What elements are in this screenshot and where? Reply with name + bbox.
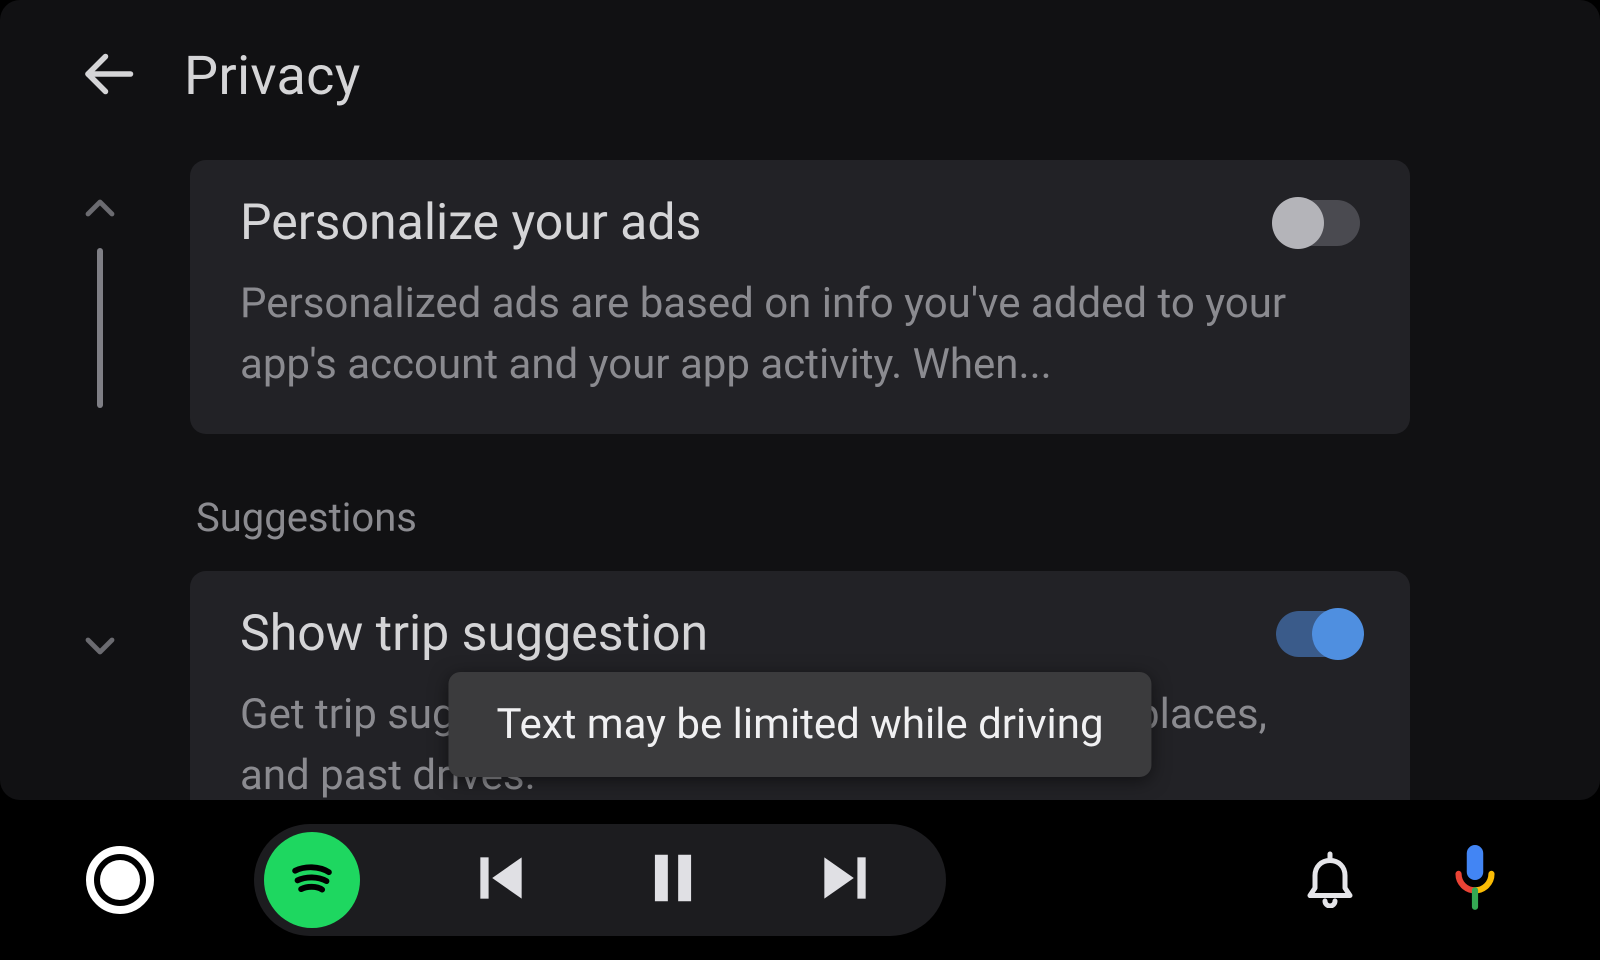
toggle-knob [1312, 608, 1364, 660]
toggle-trip-suggestion[interactable] [1276, 611, 1360, 657]
navigation-bar [0, 800, 1600, 960]
media-source-button[interactable] [264, 832, 360, 928]
chevron-down-icon [76, 622, 124, 674]
setting-title: Show trip suggestion [240, 605, 708, 663]
screen-root: Privacy Personalize your ads [0, 0, 1600, 960]
back-button[interactable] [72, 40, 144, 112]
nav-assistant-button[interactable] [0, 846, 240, 914]
assistant-icon [86, 846, 154, 914]
notifications-button[interactable] [1300, 848, 1360, 912]
nav-right-cluster [1300, 843, 1600, 917]
spotify-icon [283, 849, 341, 911]
media-playpause-button[interactable] [642, 847, 704, 913]
media-previous-button[interactable] [470, 847, 532, 913]
page-title: Privacy [184, 45, 361, 108]
voice-mic-button[interactable] [1450, 843, 1500, 917]
scroll-track[interactable] [97, 248, 103, 408]
scroll-up-button[interactable] [70, 180, 130, 240]
scroll-thumb[interactable] [97, 248, 103, 408]
skip-next-icon [814, 847, 876, 913]
arrow-left-icon [78, 44, 138, 108]
skip-previous-icon [470, 847, 532, 913]
pause-icon [642, 847, 704, 913]
setting-subtitle: Personalized ads are based on info you'v… [240, 274, 1300, 396]
toggle-knob [1272, 197, 1324, 249]
section-header-suggestions: Suggestions [190, 474, 1410, 571]
google-mic-icon [1450, 898, 1500, 917]
setting-title: Personalize your ads [240, 194, 701, 252]
scroll-down-button[interactable] [70, 618, 130, 678]
settings-surface: Privacy Personalize your ads [0, 0, 1600, 800]
media-controls [254, 824, 946, 936]
toggle-personalize-ads[interactable] [1276, 200, 1360, 246]
scroll-indicator [60, 180, 140, 678]
screen-header: Privacy [0, 0, 1600, 132]
chevron-up-icon [76, 184, 124, 236]
bell-icon [1300, 893, 1360, 912]
driving-toast: Text may be limited while driving [448, 672, 1151, 777]
setting-personalize-ads[interactable]: Personalize your ads Personalized ads ar… [190, 160, 1410, 434]
media-next-button[interactable] [814, 847, 876, 913]
